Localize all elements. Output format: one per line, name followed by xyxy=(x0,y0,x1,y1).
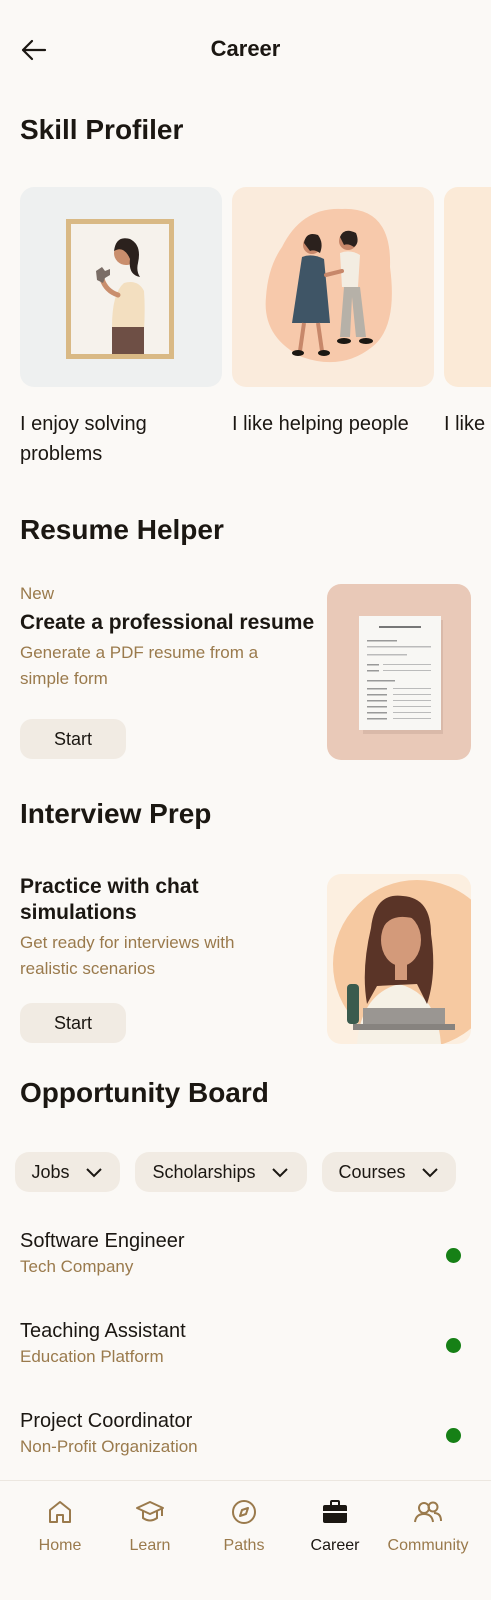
nav-home[interactable]: Home xyxy=(32,1497,88,1555)
opportunity-org: Tech Company xyxy=(20,1257,134,1276)
nav-paths[interactable]: Paths xyxy=(216,1497,272,1555)
filter-label: Courses xyxy=(338,1161,406,1182)
status-dot xyxy=(446,1248,461,1263)
opportunity-title: Software Engineer xyxy=(20,1230,185,1252)
compass-icon xyxy=(232,1500,256,1524)
filter-scholarships[interactable]: Scholarships xyxy=(135,1152,307,1192)
opportunity-item[interactable]: Teaching Assistant Education Platform xyxy=(20,1318,471,1378)
interview-illustration xyxy=(327,874,471,1044)
nav-label: Paths xyxy=(223,1537,265,1554)
resume-card-subtitle: Generate a PDF resume from a simple form xyxy=(20,643,259,688)
graduation-cap-icon xyxy=(136,1501,164,1522)
opportunity-title: Project Coordinator xyxy=(20,1410,193,1432)
nav-label: Community xyxy=(387,1537,469,1554)
resume-helper-card: New Create a professional resume Generat… xyxy=(20,584,471,760)
filter-jobs[interactable]: Jobs xyxy=(15,1152,120,1192)
skill-card-image xyxy=(20,187,222,387)
briefcase-icon xyxy=(323,1500,347,1523)
skill-profiler-carousel[interactable]: I enjoy solving problems I like helping xyxy=(20,187,491,477)
skill-card-label: I enjoy solving problems xyxy=(20,413,147,465)
skill-card-partial[interactable]: I like xyxy=(444,187,491,439)
chevron-down-icon xyxy=(85,1168,102,1178)
resume-helper-heading: Resume Helper xyxy=(20,514,224,545)
interview-prep-heading: Interview Prep xyxy=(20,798,212,829)
nav-label: Home xyxy=(38,1537,82,1554)
skill-card-label: I like helping people xyxy=(232,413,409,435)
opportunity-item[interactable]: Project Coordinator Non-Profit Organizat… xyxy=(20,1408,471,1468)
nav-learn[interactable]: Learn xyxy=(122,1497,178,1555)
home-icon xyxy=(49,1501,71,1523)
resume-start-button[interactable]: Start xyxy=(20,719,126,759)
skill-card-solving-problems[interactable]: I enjoy solving problems xyxy=(20,187,222,469)
skill-card-image xyxy=(232,187,434,387)
interview-card-title: Practice with chat simulations xyxy=(20,875,199,924)
filter-label: Jobs xyxy=(31,1161,70,1182)
opportunity-org: Education Platform xyxy=(20,1347,164,1366)
status-dot xyxy=(446,1428,461,1443)
page-title: Career xyxy=(210,36,281,61)
filter-courses[interactable]: Courses xyxy=(322,1152,456,1192)
interview-start-button[interactable]: Start xyxy=(20,1003,126,1043)
interview-card-subtitle: Get ready for interviews with realistic … xyxy=(20,933,235,978)
skill-profiler-heading: Skill Profiler xyxy=(20,114,184,145)
top-bar: Career xyxy=(0,0,491,100)
nav-community[interactable]: Community xyxy=(380,1497,476,1555)
nav-label: Career xyxy=(310,1537,360,1554)
opportunity-title: Teaching Assistant xyxy=(20,1320,186,1342)
opportunity-filters: Jobs Scholarships Courses xyxy=(15,1152,491,1192)
interview-prep-card: Practice with chat simulations Get ready… xyxy=(20,874,471,1044)
skill-card-label: I like xyxy=(444,413,486,435)
chevron-down-icon xyxy=(421,1168,438,1178)
resume-illustration xyxy=(327,584,471,760)
skill-card-image xyxy=(444,187,491,387)
opportunity-item[interactable]: Software Engineer Tech Company xyxy=(20,1228,471,1288)
chevron-down-icon xyxy=(271,1168,288,1178)
opportunity-board-heading: Opportunity Board xyxy=(20,1077,269,1108)
status-dot xyxy=(446,1338,461,1353)
people-icon xyxy=(414,1501,442,1523)
filter-label: Scholarships xyxy=(152,1161,256,1182)
nav-career[interactable]: Career xyxy=(302,1497,368,1555)
bottom-navigation: Home Learn Paths Career Community xyxy=(0,1480,491,1600)
opportunity-org: Non-Profit Organization xyxy=(20,1437,198,1456)
nav-label: Learn xyxy=(129,1537,171,1554)
skill-card-helping-people[interactable]: I like helping people xyxy=(232,187,434,439)
